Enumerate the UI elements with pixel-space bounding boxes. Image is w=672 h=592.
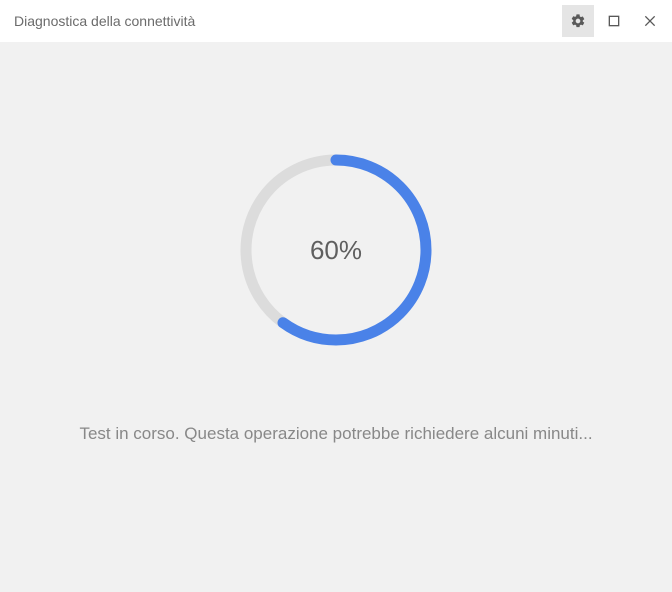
maximize-button[interactable] <box>598 5 630 37</box>
settings-button[interactable] <box>562 5 594 37</box>
content-area: 60% Test in corso. Questa operazione pot… <box>0 42 672 592</box>
close-icon <box>642 13 658 29</box>
close-button[interactable] <box>634 5 666 37</box>
progress-ring: 60% <box>236 150 436 350</box>
titlebar-controls <box>558 5 672 37</box>
status-message: Test in corso. Questa operazione potrebb… <box>79 422 592 447</box>
window-title: Diagnostica della connettività <box>14 13 558 29</box>
maximize-icon <box>606 13 622 29</box>
titlebar: Diagnostica della connettività <box>0 0 672 42</box>
app-window: Diagnostica della connettività <box>0 0 672 592</box>
gear-icon <box>570 13 586 29</box>
progress-percent-label: 60% <box>236 150 436 350</box>
